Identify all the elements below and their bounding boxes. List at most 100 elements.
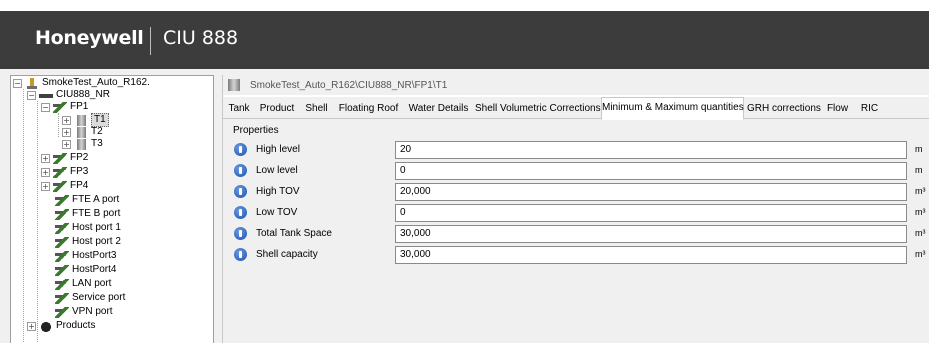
expand-icon[interactable]: + <box>27 321 36 331</box>
tree-item-label: FP1 <box>70 101 89 112</box>
field-port-icon <box>53 152 67 164</box>
info-icon <box>234 185 247 198</box>
tab-min-max-quantities[interactable]: Minimum & Maximum quantities <box>601 97 744 120</box>
tree-item-host-port-2[interactable]: Host port 2 <box>55 236 121 248</box>
tree-item-ciu[interactable]: − CIU888_NR <box>27 89 110 101</box>
tree-item-hostport4[interactable]: HostPort4 <box>55 264 116 276</box>
low-level-field[interactable]: 0 <box>395 162 907 180</box>
tree-item-fp3[interactable]: + FP3 <box>41 166 88 178</box>
property-row-shell-capacity: Shell capacity 30,000 m³ <box>223 245 929 265</box>
expand-icon[interactable]: + <box>41 181 50 191</box>
property-label: High TOV <box>256 186 300 197</box>
details-panel: SmokeTest_Auto_R162\CIU888_NR\FP1\T1 Tan… <box>222 75 929 343</box>
tree-item-label: FP2 <box>70 152 89 163</box>
tree-item-fte-a-port[interactable]: FTE A port <box>55 194 119 206</box>
unit-label: m <box>915 144 923 154</box>
tree-item-label: FTE A port <box>72 194 120 205</box>
total-tank-space-field[interactable]: 30,000 <box>395 225 907 243</box>
breadcrumb: SmokeTest_Auto_R162\CIU888_NR\FP1\T1 <box>223 75 929 95</box>
tank-icon <box>74 126 88 138</box>
port-icon <box>55 250 69 262</box>
main-area: − SmokeTest_Auto_R162. − CIU888_NR − FP1… <box>0 69 929 343</box>
tree-item-label: CIU888_NR <box>56 89 110 100</box>
info-icon <box>234 206 247 219</box>
unit-label: m <box>915 165 923 175</box>
tree-item-products[interactable]: + Products <box>27 320 95 332</box>
tree-item-label: HostPort3 <box>72 250 117 261</box>
tree-item-service-port[interactable]: Service port <box>55 292 125 304</box>
high-level-field[interactable]: 20 <box>395 141 907 159</box>
app-header: Honeywell CIU 888 <box>0 11 929 69</box>
tree-item-t2[interactable]: + T2 <box>62 126 103 138</box>
properties-grid: Properties High level 20 m Low level 0 m… <box>223 119 929 343</box>
property-row-total-tank-space: Total Tank Space 30,000 m³ <box>223 224 929 244</box>
property-row-high-level: High level 20 m <box>223 140 929 160</box>
collapse-icon[interactable]: − <box>41 102 50 112</box>
expand-icon[interactable]: + <box>62 139 71 149</box>
tree-item-fte-b-port[interactable]: FTE B port <box>55 208 120 220</box>
property-row-low-level: Low level 0 m <box>223 161 929 181</box>
tree-item-fp1[interactable]: − FP1 <box>41 101 88 113</box>
shell-capacity-field[interactable]: 30,000 <box>395 246 907 264</box>
brand-divider <box>150 27 151 55</box>
field-port-icon <box>53 166 67 178</box>
field-port-icon <box>53 101 67 113</box>
station-icon <box>25 77 39 89</box>
tree-item-t1[interactable]: + T1 <box>62 113 109 127</box>
tree-item-label: T1 <box>91 113 109 127</box>
tree-item-vpn-port[interactable]: VPN port <box>55 306 113 318</box>
tab-shell[interactable]: Shell <box>301 99 332 119</box>
tree-item-lan-port[interactable]: LAN port <box>55 278 111 290</box>
tree-item-fp4[interactable]: + FP4 <box>41 180 88 192</box>
tab-tank[interactable]: Tank <box>225 99 253 119</box>
tab-floating-roof[interactable]: Floating Roof <box>334 99 403 119</box>
field-port-icon <box>53 180 67 192</box>
tree-item-t3[interactable]: + T3 <box>62 138 103 150</box>
tree-item-label: Products <box>56 320 96 331</box>
tree-item-label: T2 <box>91 126 103 137</box>
tab-ric[interactable]: RIC <box>855 99 884 119</box>
port-icon <box>55 236 69 248</box>
low-tov-field[interactable]: 0 <box>395 204 907 222</box>
collapse-icon[interactable]: − <box>27 90 36 100</box>
property-label: Total Tank Space <box>256 228 332 239</box>
property-row-high-tov: High TOV 20,000 m³ <box>223 182 929 202</box>
unit-label: m³ <box>915 228 926 238</box>
property-label: Low level <box>256 165 298 176</box>
high-tov-field[interactable]: 20,000 <box>395 183 907 201</box>
collapse-icon[interactable]: − <box>13 78 22 88</box>
brand-logo: Honeywell <box>35 27 144 49</box>
navigation-tree[interactable]: − SmokeTest_Auto_R162. − CIU888_NR − FP1… <box>10 75 214 343</box>
tree-item-label: Host port 2 <box>72 236 121 247</box>
property-label: Shell capacity <box>256 249 318 260</box>
tank-icon <box>228 79 240 91</box>
tab-product[interactable]: Product <box>255 99 299 119</box>
expand-icon[interactable]: + <box>62 127 71 137</box>
tree-item-label: Service port <box>72 292 126 303</box>
tree-item-fp2[interactable]: + FP2 <box>41 152 88 164</box>
expand-icon[interactable]: + <box>41 167 50 177</box>
tab-grh-corrections[interactable]: GRH corrections <box>746 99 821 119</box>
tree-item-label: SmokeTest_Auto_R162. <box>42 77 150 88</box>
tab-shell-volumetric-corrections[interactable]: Shell Volumetric Corrections <box>474 99 601 119</box>
properties-heading: Properties <box>233 125 279 136</box>
expand-icon[interactable]: + <box>41 153 50 163</box>
tree-item-hostport3[interactable]: HostPort3 <box>55 250 116 262</box>
info-icon <box>234 164 247 177</box>
products-icon <box>39 320 53 332</box>
tree-item-label: LAN port <box>72 278 112 289</box>
tree-item-host-port-1[interactable]: Host port 1 <box>55 222 121 234</box>
unit-label: m³ <box>915 249 926 259</box>
tab-flow[interactable]: Flow <box>822 99 853 119</box>
tab-water-details[interactable]: Water Details <box>405 99 472 119</box>
property-label: Low TOV <box>256 207 298 218</box>
expand-icon[interactable]: + <box>62 115 71 125</box>
tree-item-label: VPN port <box>72 306 113 317</box>
tank-icon <box>74 138 88 150</box>
tank-icon <box>74 114 88 126</box>
port-icon <box>55 222 69 234</box>
tree-item-label: HostPort4 <box>72 264 117 275</box>
unit-label: m³ <box>915 186 926 196</box>
top-strip <box>0 0 929 11</box>
tree-item-station[interactable]: − SmokeTest_Auto_R162. <box>13 77 150 89</box>
